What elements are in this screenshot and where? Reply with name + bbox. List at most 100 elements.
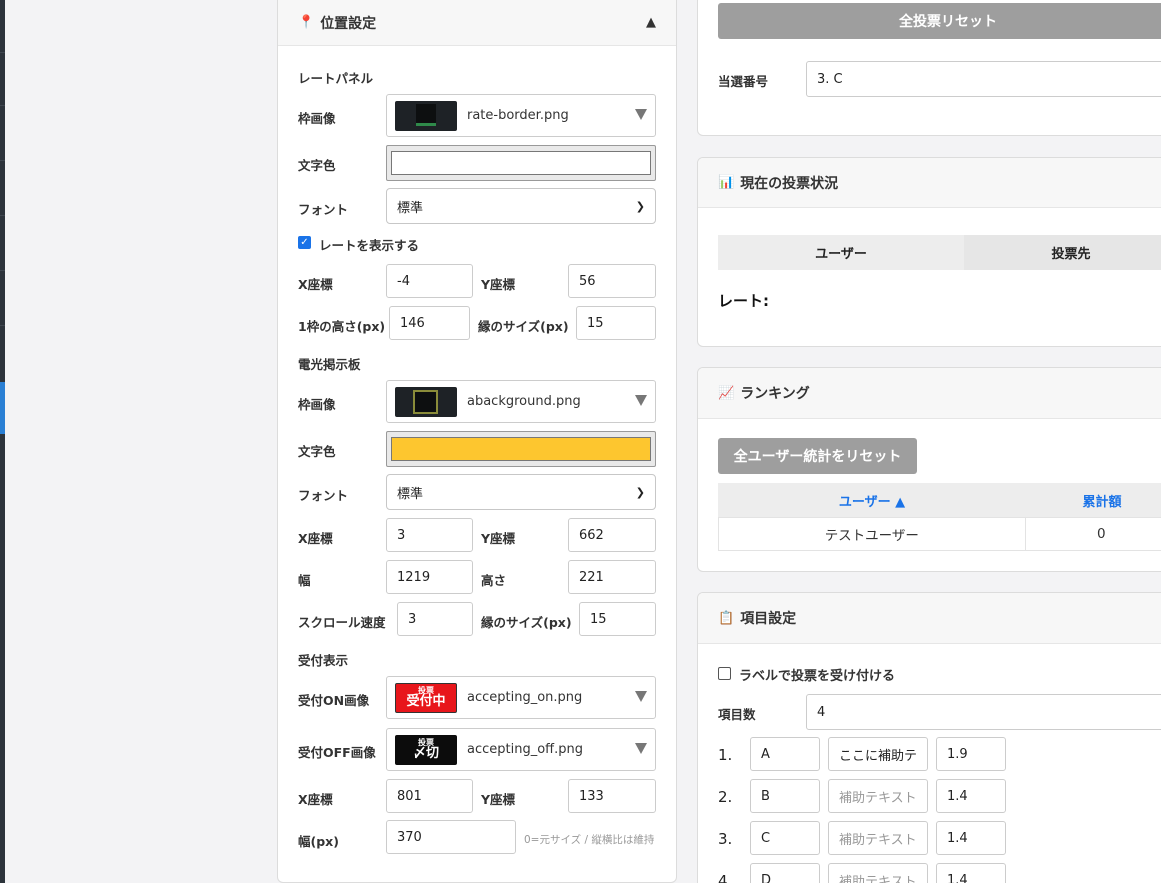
item-count-input[interactable]: 4 (806, 694, 1161, 730)
dropdown-arrow-icon (635, 691, 647, 702)
status-table-header: ユーザー 投票先 (718, 235, 1161, 270)
rate-frame-filename: rate-border.png (467, 108, 569, 123)
rate-font-value: 標準 (397, 200, 424, 216)
sign-text-color-picker[interactable] (386, 431, 656, 467)
item-name-input[interactable]: A (750, 737, 820, 771)
accept-off-select[interactable]: 投票 〆切 accepting_off.png (386, 728, 656, 771)
item-name-input[interactable]: B (750, 779, 820, 813)
sign-frame-select[interactable]: abackground.png (386, 380, 656, 423)
width-note: 0=元サイズ / 縦横比は維持 (524, 834, 655, 846)
rate-text-color-label: 文字色 (298, 158, 336, 173)
accepting-on-thumbnail: 投票 受付中 (395, 682, 457, 713)
accept-width-input[interactable]: 370 (386, 820, 516, 854)
sign-border-size-label: 縁のサイズ(px) (481, 615, 572, 630)
thumb-main-text: 〆切 (412, 746, 439, 761)
accepting-off-thumbnail: 投票 〆切 (395, 734, 457, 765)
rate-x-input[interactable]: -4 (386, 264, 473, 298)
chevron-down-icon: ❯ (635, 485, 645, 499)
accept-on-filename: accepting_on.png (467, 690, 583, 705)
show-rate-label[interactable]: レートを表示する (319, 235, 419, 254)
item-rate-input[interactable]: 1.4 (936, 863, 1006, 883)
sort-total-header[interactable]: 累計額 (1026, 483, 1161, 518)
item-rate-input[interactable]: 1.4 (936, 821, 1006, 855)
sidebar-active-item[interactable] (0, 382, 5, 434)
sidebar-divider (0, 215, 5, 216)
cell-height-label: 1枠の高さ(px) (298, 319, 386, 334)
rate-frame-select[interactable]: rate-border.png (386, 94, 656, 137)
sign-text-color-label: 文字色 (298, 444, 336, 459)
rate-y-input[interactable]: 56 (568, 264, 656, 298)
color-swatch (391, 151, 651, 175)
cell-height-input[interactable]: 146 (389, 306, 470, 340)
item-sub-input[interactable]: 補助テキスト (828, 821, 928, 855)
sign-y-input[interactable]: 662 (568, 518, 656, 552)
trend-chart-icon: 📈 (718, 385, 735, 401)
item-number: 1. (718, 746, 733, 764)
rate-text-color-picker[interactable] (386, 145, 656, 181)
winner-label: 当選番号 (718, 74, 769, 89)
section-signboard: 電光掲示板 (298, 357, 361, 372)
collapse-icon[interactable]: ▲ (646, 15, 656, 30)
label-accept-label[interactable]: ラベルで投票を受け付ける (739, 665, 895, 684)
sign-font-label: フォント (298, 488, 349, 503)
table-row: テストユーザー 0 (718, 517, 1161, 551)
panel-header: 📋 項目設定 (698, 593, 1161, 644)
rate-frame-label: 枠画像 (298, 111, 336, 126)
sign-font-value: 標準 (397, 486, 424, 502)
sign-x-input[interactable]: 3 (386, 518, 473, 552)
accept-off-label: 受付OFF画像 (298, 745, 376, 760)
sign-border-size-input[interactable]: 15 (579, 602, 656, 636)
dropdown-arrow-icon (635, 395, 647, 406)
panel-title: 項目設定 (740, 611, 797, 627)
label-accept-checkbox[interactable] (718, 667, 731, 680)
rate-font-select[interactable]: 標準 ❯ (386, 188, 656, 224)
item-number: 4. (718, 872, 733, 883)
sidebar-divider (0, 52, 5, 53)
sign-font-select[interactable]: 標準 ❯ (386, 474, 656, 510)
sort-user-header[interactable]: ユーザー ▲ (718, 483, 1026, 518)
sign-width-input[interactable]: 1219 (386, 560, 473, 594)
item-rate-input[interactable]: 1.9 (936, 737, 1006, 771)
scroll-speed-label: スクロール速度 (298, 615, 386, 630)
reset-user-stats-button[interactable]: 全ユーザー統計をリセット (718, 438, 917, 474)
accept-x-label: X座標 (298, 792, 333, 807)
item-name-input[interactable]: D (750, 863, 820, 883)
accept-y-input[interactable]: 133 (568, 779, 656, 813)
item-name-input[interactable]: C (750, 821, 820, 855)
sidebar-divider (0, 325, 5, 326)
col-target: 投票先 (964, 235, 1161, 270)
winner-select[interactable]: 3. C (806, 61, 1161, 97)
section-rate-panel: レートパネル (298, 71, 374, 86)
item-number: 2. (718, 788, 733, 806)
panel-header[interactable]: 📍 位置設定 ▲ (278, 0, 676, 46)
accept-on-select[interactable]: 投票 受付中 accepting_on.png (386, 676, 656, 719)
reset-all-votes-button[interactable]: 全投票リセット (718, 3, 1161, 39)
rate-border-size-input[interactable]: 15 (576, 306, 656, 340)
accept-y-label: Y座標 (481, 792, 516, 807)
bar-chart-icon: 📊 (718, 175, 735, 190)
abackground-thumbnail (395, 386, 457, 417)
sign-width-label: 幅 (298, 573, 311, 588)
item-rate-input[interactable]: 1.4 (936, 779, 1006, 813)
scroll-speed-input[interactable]: 3 (397, 602, 473, 636)
sign-frame-label: 枠画像 (298, 397, 336, 412)
item-sub-input[interactable]: 補助テキスト (828, 863, 928, 883)
accept-x-input[interactable]: 801 (386, 779, 473, 813)
accept-width-label: 幅(px) (298, 834, 339, 849)
show-rate-checkbox[interactable]: ✓ (298, 236, 311, 249)
sign-height-input[interactable]: 221 (568, 560, 656, 594)
dropdown-arrow-icon (635, 743, 647, 754)
sign-height-label: 高さ (481, 573, 507, 588)
rate-y-label: Y座標 (481, 277, 516, 292)
sidebar-divider (0, 105, 5, 106)
rate-readout: レート: (718, 292, 769, 310)
item-sub-input[interactable]: ここに補助テ (828, 737, 928, 771)
chevron-down-icon: ❯ (635, 199, 645, 213)
item-sub-input[interactable]: 補助テキスト (828, 779, 928, 813)
panel-header: 📈 ランキング (698, 368, 1161, 419)
app-sidebar (0, 0, 5, 883)
panel-title: 現在の投票状況 (740, 175, 839, 192)
panel-header: 📊 現在の投票状況 (698, 158, 1161, 208)
ranking-table-header: ユーザー ▲ 累計額 (718, 483, 1161, 518)
row-user: テストユーザー (719, 518, 1026, 550)
